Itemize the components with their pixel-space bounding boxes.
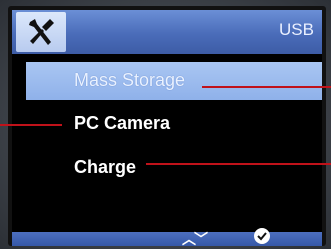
menu-item-label: Charge	[74, 157, 137, 177]
up-down-arrows-icon[interactable]: ︿﹀	[182, 229, 208, 246]
camera-display-photo: USB Mass Storage PC Camera Charge ︿﹀	[0, 0, 331, 249]
annotation-line-charge	[146, 163, 331, 165]
menu-item-mass-storage[interactable]: Mass Storage	[26, 62, 322, 100]
annotation-line-pc-camera	[0, 124, 62, 126]
menu-header: USB	[12, 10, 322, 54]
page-title: USB	[279, 20, 314, 39]
checkmark-icon[interactable]	[254, 228, 270, 244]
menu-item-charge[interactable]: Charge	[26, 149, 322, 187]
menu-footer: ︿﹀	[12, 228, 322, 246]
menu-item-pc-camera[interactable]: PC Camera	[26, 105, 322, 143]
lcd-screen: USB Mass Storage PC Camera Charge ︿﹀	[12, 10, 322, 246]
menu-item-label: PC Camera	[74, 113, 171, 133]
settings-tab[interactable]	[16, 12, 66, 52]
annotation-line-mass-storage	[202, 86, 331, 88]
menu-item-label: Mass Storage	[74, 70, 186, 90]
tools-icon	[29, 19, 54, 45]
